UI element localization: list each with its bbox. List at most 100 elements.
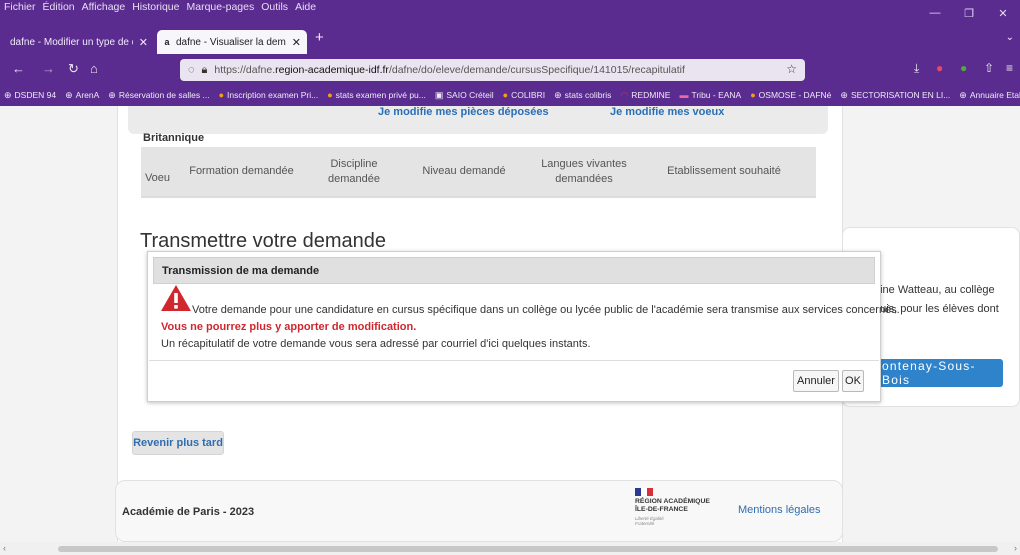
share-icon[interactable]: ⇧ [984,61,994,75]
tab-bar: dafne - Modifier un type de deman ✕ a da… [0,26,1020,56]
menu-affichage[interactable]: Affichage [82,1,126,13]
bookmark-item[interactable]: ▣ SAIO Créteil [435,90,494,101]
bookmark-item[interactable]: ⊕ stats colibris [554,90,611,101]
forward-icon[interactable]: → [42,61,55,76]
new-tab-icon[interactable]: + [315,29,324,46]
edit-documents-button[interactable]: Je modifie mes pièces déposées [378,106,549,118]
bookmark-star-icon[interactable]: ☆ [786,62,797,76]
address-bar[interactable]: ◌ 🔒︎ https://dafne. region-academique-idf… [180,59,805,81]
revenir-plus-tard-button[interactable]: Revenir plus tard [132,431,224,455]
horizontal-scrollbar[interactable]: ‹ › [0,542,1020,555]
menu-edition[interactable]: Édition [43,1,75,13]
dialog-warning: Vous ne pourrez plus y apporter de modif… [161,321,417,333]
url-host: region-academique-idf.fr [275,64,389,76]
url-prefix: https://dafne. [214,64,276,76]
menu-bar: Fichier Édition Affichage Historique Mar… [4,1,316,13]
transmission-dialog: Transmission de ma demande Votre demande… [147,251,900,402]
col-discipline: Discipline demandée [328,157,380,185]
download-icon[interactable]: ⤓ [914,61,919,76]
globe-icon: ⊕ [840,89,848,100]
bookmark-label: REDMINE [631,90,671,100]
logo-line1: RÉGION ACADÉMIQUE [635,498,710,505]
back-icon[interactable]: ← [12,61,25,76]
logo-motto: Liberté Égalité Fraternité [635,516,664,526]
page-footer: Académie de Paris - 2023 RÉGION ACADÉMIQ… [115,480,843,542]
window-controls: — ❐ ✕ [918,0,1020,26]
extension-red-icon[interactable]: ● [936,61,943,75]
menu-historique[interactable]: Historique [132,1,179,13]
bookmark-label: SAIO Créteil [446,90,494,100]
wishes-table-header: Voeu Formation demandée Discipline deman… [141,147,816,198]
bookmark-item[interactable]: ● COLIBRI [503,90,545,100]
bookmark-item[interactable]: ● stats examen privé pu... [327,90,426,100]
bookmark-item[interactable]: ⊕ Réservation de salles ... [108,90,209,101]
tab-visualiser-demande[interactable]: a dafne - Visualiser la demande - ✕ [157,30,307,54]
bookmark-item[interactable]: ● Inscription examen Pri... [219,90,319,100]
tab-title: dafne - Visualiser la demande - [175,36,286,48]
tab-title: dafne - Modifier un type de deman [10,36,133,48]
region-logo: RÉGION ACADÉMIQUE ÎLE-DE-FRANCE Liberté … [635,488,735,536]
bookmark-item[interactable]: ▬ Tribu - EANA [679,90,741,100]
bookmark-item[interactable]: ⊕ SECTORISATION EN LI... [840,90,950,101]
menu-aide[interactable]: Aide [295,1,316,13]
warning-icon [161,285,191,311]
cancel-button[interactable]: Annuler [793,370,839,392]
window-titlebar: Fichier Édition Affichage Historique Mar… [0,0,1020,26]
col-niveau: Niveau demandé [422,165,506,177]
favicon-icon: a [164,37,170,47]
scrollbar-thumb[interactable] [58,546,998,552]
user-icon: ● [218,90,224,100]
bookmark-label: Réservation de salles ... [118,90,210,100]
user-icon: ● [502,90,509,100]
close-tab-icon[interactable]: ✕ [133,36,148,49]
divider [149,360,879,361]
reload-icon[interactable]: ↻ [68,61,79,77]
menu-outils[interactable]: Outils [261,1,288,13]
col-etablissement: Etablissement souhaité [667,165,781,177]
globe-icon: ⊕ [108,89,116,100]
lock-icon[interactable]: 🔒︎ [202,64,208,77]
bookmark-label: Inscription examen Pri... [227,90,319,100]
user-icon: ● [750,90,756,100]
extension-green-icon[interactable]: ● [960,61,967,75]
section-title: Transmettre votre demande [140,230,387,252]
menu-marque-pages[interactable]: Marque-pages [187,1,255,13]
logo-line2: ÎLE-DE-FRANCE [635,506,688,513]
bookmark-item[interactable]: ◠ REDMINE [620,90,670,101]
menu-fichier[interactable]: Fichier [4,1,36,13]
app-menu-icon[interactable]: ≡ [1006,61,1013,75]
navigation-bar: ← → ↻ ⌂ ◌ 🔒︎ https://dafne. region-academ… [0,56,1020,84]
globe-icon: ⊕ [554,89,562,100]
bookmark-label: stats examen privé pu... [335,90,426,100]
bookmark-label: Tribu - EANA [691,90,742,100]
side-action-button[interactable]: ontenay-Sous-Bois [860,359,1003,387]
minimize-icon[interactable]: — [918,0,952,26]
home-icon[interactable]: ⌂ [90,61,98,76]
close-tab-icon[interactable]: ✕ [286,36,301,49]
bookmark-label: SECTORISATION EN LI... [850,90,951,100]
close-window-icon[interactable]: ✕ [986,0,1020,26]
tab-modifier-type[interactable]: dafne - Modifier un type de deman ✕ [4,30,154,54]
flag-icon [635,488,653,496]
bookmark-item[interactable]: ⊕ ArenA [65,90,99,101]
bookmark-item[interactable]: ⊕ DSDEN 94 [4,90,56,101]
tab-list-chevron-icon[interactable]: ⌄ [1006,32,1014,43]
scroll-right-icon[interactable]: › [1014,543,1017,553]
ok-button[interactable]: OK [842,370,864,392]
bookmark-item[interactable]: ⊕ Annuaire Etab [959,90,1020,101]
bookmark-item[interactable]: ● OSMOSE - DAFNé [750,90,831,100]
restore-icon[interactable]: ❐ [952,0,986,26]
shield-icon[interactable]: ◌ [188,64,195,76]
dialog-message: Votre demande pour une candidature en cu… [192,304,900,316]
saio-icon: ▣ [434,89,444,100]
url-path: /dafne/do/eleve/demande/cursusSpecifique… [388,64,685,76]
bookmarks-bar: ⊕ DSDEN 94 ⊕ ArenA ⊕ Réservation de salles … [0,84,1020,106]
scroll-left-icon[interactable]: ‹ [3,543,6,553]
mentions-legales-link[interactable]: Mentions légales [738,504,821,516]
dialog-title: Transmission de ma demande [153,257,875,284]
bookmark-label: stats colibris [564,90,612,100]
language-value: Britannique [143,132,205,144]
tribu-icon: ▬ [679,90,689,100]
edit-wishes-button[interactable]: Je modifie mes voeux [610,106,724,118]
bookmark-label: Annuaire Etab [969,90,1020,100]
